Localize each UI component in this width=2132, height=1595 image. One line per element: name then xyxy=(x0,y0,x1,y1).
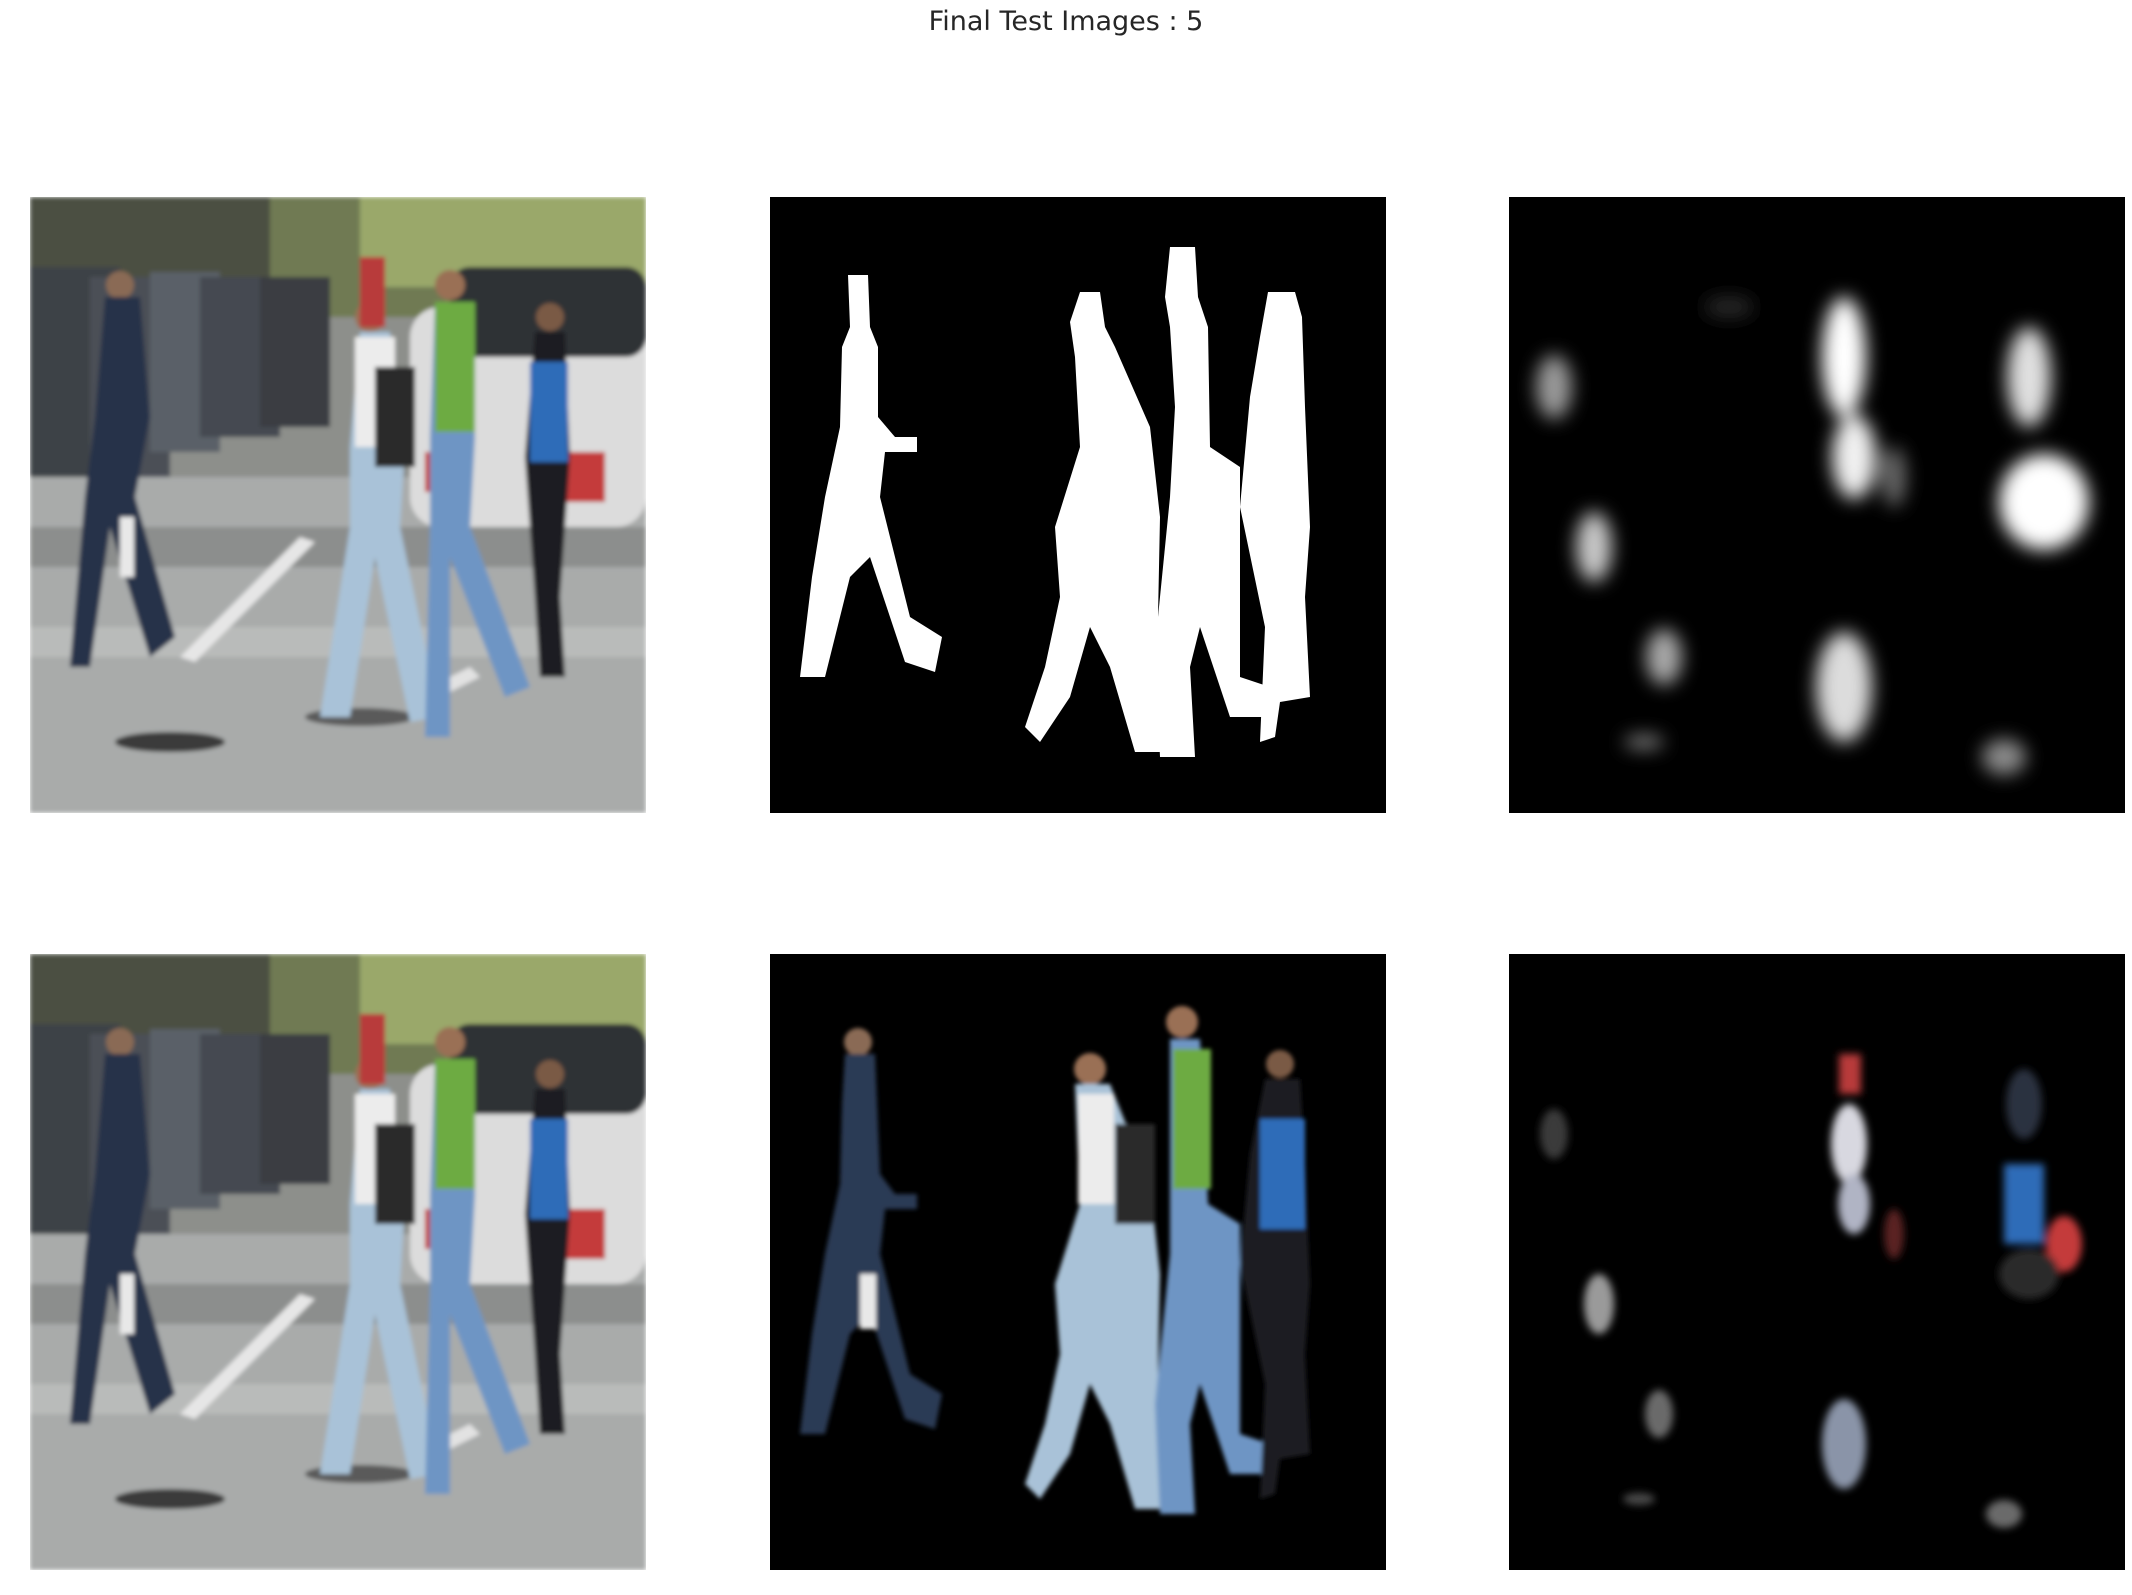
figure-title: Final Test Images : 5 xyxy=(928,6,1204,37)
predicted-masked-image xyxy=(1509,954,2125,1570)
predicted-mask xyxy=(1509,197,2125,813)
ground-truth-mask xyxy=(770,197,1386,813)
input-image xyxy=(30,197,646,813)
ground-truth-masked-image xyxy=(770,954,1386,1570)
input-image-copy xyxy=(30,954,646,1570)
